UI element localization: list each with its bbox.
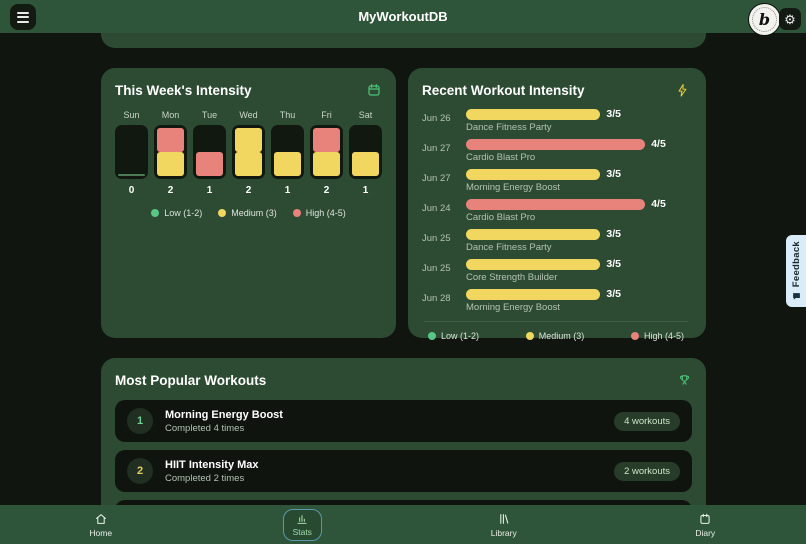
rating-bar	[466, 169, 600, 180]
day-column: Sun 0	[115, 110, 148, 196]
recent-row: Jun 26 3/5 Dance Fitness Party	[422, 108, 690, 133]
medium-dot	[218, 209, 226, 217]
calendar-icon	[366, 82, 382, 98]
recent-legend: Low (1-2) Medium (3) High (4-5)	[422, 331, 690, 341]
workout-count-badge: 4 workouts	[614, 412, 680, 431]
low-dot	[151, 209, 159, 217]
day-column: Thu 1	[271, 110, 304, 196]
nav-item-home[interactable]: Home	[0, 505, 202, 544]
day-bar-sun	[115, 125, 148, 179]
low-dot	[428, 332, 436, 340]
popular-item[interactable]: 2 HIIT Intensity Max Completed 2 times 2…	[115, 450, 692, 492]
rank-badge: 2	[127, 458, 153, 484]
popular-item[interactable]: 1 Morning Energy Boost Completed 4 times…	[115, 400, 692, 442]
bottom-nav: Home Stats Library Diary	[0, 505, 806, 544]
recent-row: Jun 28 3/5 Morning Energy Boost	[422, 288, 690, 313]
day-bar-sat	[349, 125, 382, 179]
day-column: Mon 2	[154, 110, 187, 196]
rating-bar	[466, 229, 600, 240]
brand-logo[interactable]: b	[749, 4, 780, 35]
rating-bar	[466, 199, 645, 210]
nav-item-library[interactable]: Library	[403, 505, 605, 544]
recent-row: Jun 25 3/5 Core Strength Builder	[422, 258, 690, 283]
week-legend: Low (1-2) Medium (3) High (4-5)	[115, 208, 382, 218]
nav-item-stats[interactable]: Stats	[202, 505, 404, 544]
day-bar-wed	[232, 125, 265, 179]
home-icon	[94, 512, 108, 526]
recent-card-title: Recent Workout Intensity	[422, 83, 585, 98]
app-title: MyWorkoutDB	[358, 9, 447, 24]
week-bar-chart: Sun 0 Mon 2 Tue 1 Wed 2 Thu 1 Fri 2	[115, 110, 382, 196]
rating-bar	[466, 289, 600, 300]
recent-row: Jun 24 4/5 Cardio Blast Pro	[422, 198, 690, 223]
day-column: Sat 1	[349, 110, 382, 196]
settings-gear-icon[interactable]: ⚙	[779, 8, 801, 30]
feedback-label: Feedback	[791, 241, 802, 287]
recent-intensity-card: Recent Workout Intensity Jun 26 3/5 Danc…	[408, 68, 706, 338]
medium-dot	[526, 332, 534, 340]
stats-icon	[295, 512, 309, 526]
recent-bar-chart: Jun 26 3/5 Dance Fitness Party Jun 27 4/…	[422, 108, 690, 313]
partial-scrolled-card	[101, 33, 706, 48]
rating-bar	[466, 109, 600, 120]
top-bar: MyWorkoutDB b ⚙	[0, 0, 806, 33]
divider	[424, 321, 688, 322]
lightning-icon	[674, 82, 690, 98]
day-bar-tue	[193, 125, 226, 179]
day-bar-mon	[154, 125, 187, 179]
nav-active-indicator: Stats	[283, 509, 322, 541]
day-column: Fri 2	[310, 110, 343, 196]
week-intensity-card: This Week's Intensity Sun 0 Mon 2 Tue 1 …	[101, 68, 396, 338]
feedback-tab[interactable]: Feedback	[786, 235, 806, 307]
recent-row: Jun 27 3/5 Morning Energy Boost	[422, 168, 690, 193]
week-card-title: This Week's Intensity	[115, 83, 252, 98]
popular-card-title: Most Popular Workouts	[115, 373, 266, 388]
day-column: Wed 2	[232, 110, 265, 196]
rating-bar	[466, 259, 600, 270]
rating-bar	[466, 139, 645, 150]
workout-count-badge: 2 workouts	[614, 462, 680, 481]
day-bar-thu	[271, 125, 304, 179]
trophy-icon	[676, 372, 692, 388]
nav-item-diary[interactable]: Diary	[605, 505, 806, 544]
library-icon	[497, 512, 511, 526]
day-bar-fri	[310, 125, 343, 179]
feedback-chat-icon	[792, 292, 801, 301]
recent-row: Jun 27 4/5 Cardio Blast Pro	[422, 138, 690, 163]
logo-letter: b	[759, 10, 770, 29]
diary-icon	[698, 512, 712, 526]
high-dot	[631, 332, 639, 340]
hamburger-menu-button[interactable]	[10, 4, 36, 30]
high-dot	[293, 209, 301, 217]
recent-row: Jun 25 3/5 Dance Fitness Party	[422, 228, 690, 253]
day-column: Tue 1	[193, 110, 226, 196]
rank-badge: 1	[127, 408, 153, 434]
